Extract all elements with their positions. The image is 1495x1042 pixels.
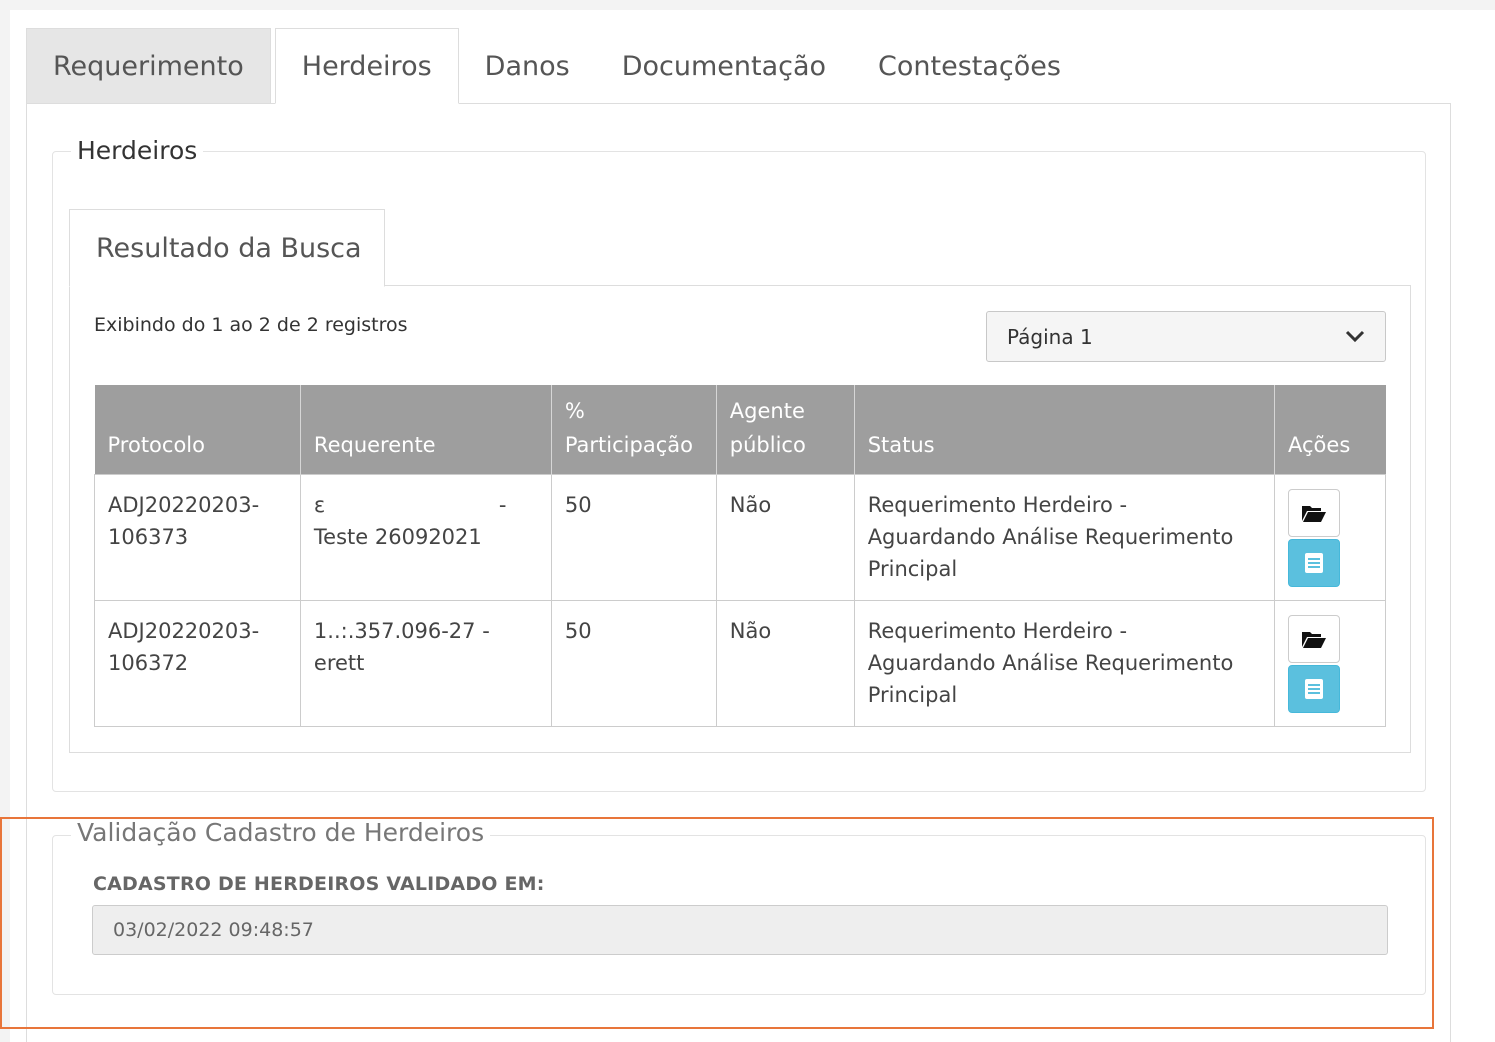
table-row: ADJ20220203- 106372 1..:.357.096-27 - eret…: [94, 599, 1386, 727]
cell-protocolo: ADJ20220203- 106373: [94, 473, 301, 601]
page-select-value: Página 1: [1007, 324, 1093, 349]
cell-protocolo: ADJ20220203- 106372: [94, 599, 301, 727]
cell-participacao: 50: [550, 473, 717, 601]
column-header-requerente[interactable]: Requerente: [300, 385, 552, 474]
table-header-row: Protocolo Requerente % Participação Agent…: [94, 385, 1386, 474]
list-detail-icon: [1305, 552, 1324, 573]
validated-at-label: CADASTRO DE HERDEIROS VALIDADO EM:: [93, 873, 545, 895]
column-header-participacao[interactable]: % Participação: [551, 385, 717, 474]
herdeiros-legend: Herdeiros: [71, 136, 204, 165]
cell-requerente: ε - Teste 26092021: [299, 473, 552, 601]
folder-open-icon: [1302, 631, 1327, 648]
list-detail-icon: [1305, 678, 1324, 699]
tab-herdeiros[interactable]: Herdeiros: [274, 28, 459, 104]
tab-resultado-da-busca[interactable]: Resultado da Busca: [69, 209, 385, 287]
cell-agente-publico: Não: [715, 599, 855, 727]
folder-open-icon: [1302, 505, 1327, 522]
tab-requerimento[interactable]: Requerimento: [26, 28, 271, 104]
cell-acoes: [1274, 473, 1386, 601]
herdeiros-table: Protocolo Requerente % Participação Agent…: [94, 385, 1386, 727]
cell-acoes: [1274, 599, 1386, 727]
column-header-agente-publico[interactable]: Agente público: [716, 385, 855, 474]
cell-requerente: 1..:.357.096-27 - erett: [299, 599, 552, 727]
open-folder-button[interactable]: [1288, 488, 1341, 537]
table-row: ADJ20220203- 106373 ε - Teste 26092021 50 …: [94, 473, 1386, 601]
main-tab-bar: Requerimento Herdeiros Danos Documentaçã…: [26, 28, 1450, 104]
details-button[interactable]: [1288, 538, 1341, 587]
records-info: Exibindo do 1 ao 2 de 2 registros: [94, 314, 408, 336]
validacao-legend: Validação Cadastro de Herdeiros: [71, 818, 491, 847]
cell-participacao: 50: [550, 599, 717, 727]
tab-danos[interactable]: Danos: [459, 28, 596, 104]
tab-contestacoes[interactable]: Contestações: [852, 28, 1087, 104]
cell-agente-publico: Não: [715, 473, 855, 601]
cell-status: Requerimento Herdeiro - Aguardando Anális…: [853, 599, 1276, 727]
open-folder-button[interactable]: [1288, 614, 1341, 663]
chevron-down-icon: [1345, 330, 1365, 343]
details-button[interactable]: [1288, 664, 1341, 713]
validated-at-field: 03/02/2022 09:48:57: [92, 905, 1388, 955]
tab-documentacao[interactable]: Documentação: [596, 28, 852, 104]
column-header-status[interactable]: Status: [854, 385, 1276, 474]
column-header-acoes: Ações: [1274, 385, 1386, 474]
column-header-protocolo[interactable]: Protocolo: [94, 385, 301, 474]
page-select[interactable]: Página 1: [986, 311, 1386, 362]
cell-status: Requerimento Herdeiro - Aguardando Anális…: [853, 473, 1276, 601]
